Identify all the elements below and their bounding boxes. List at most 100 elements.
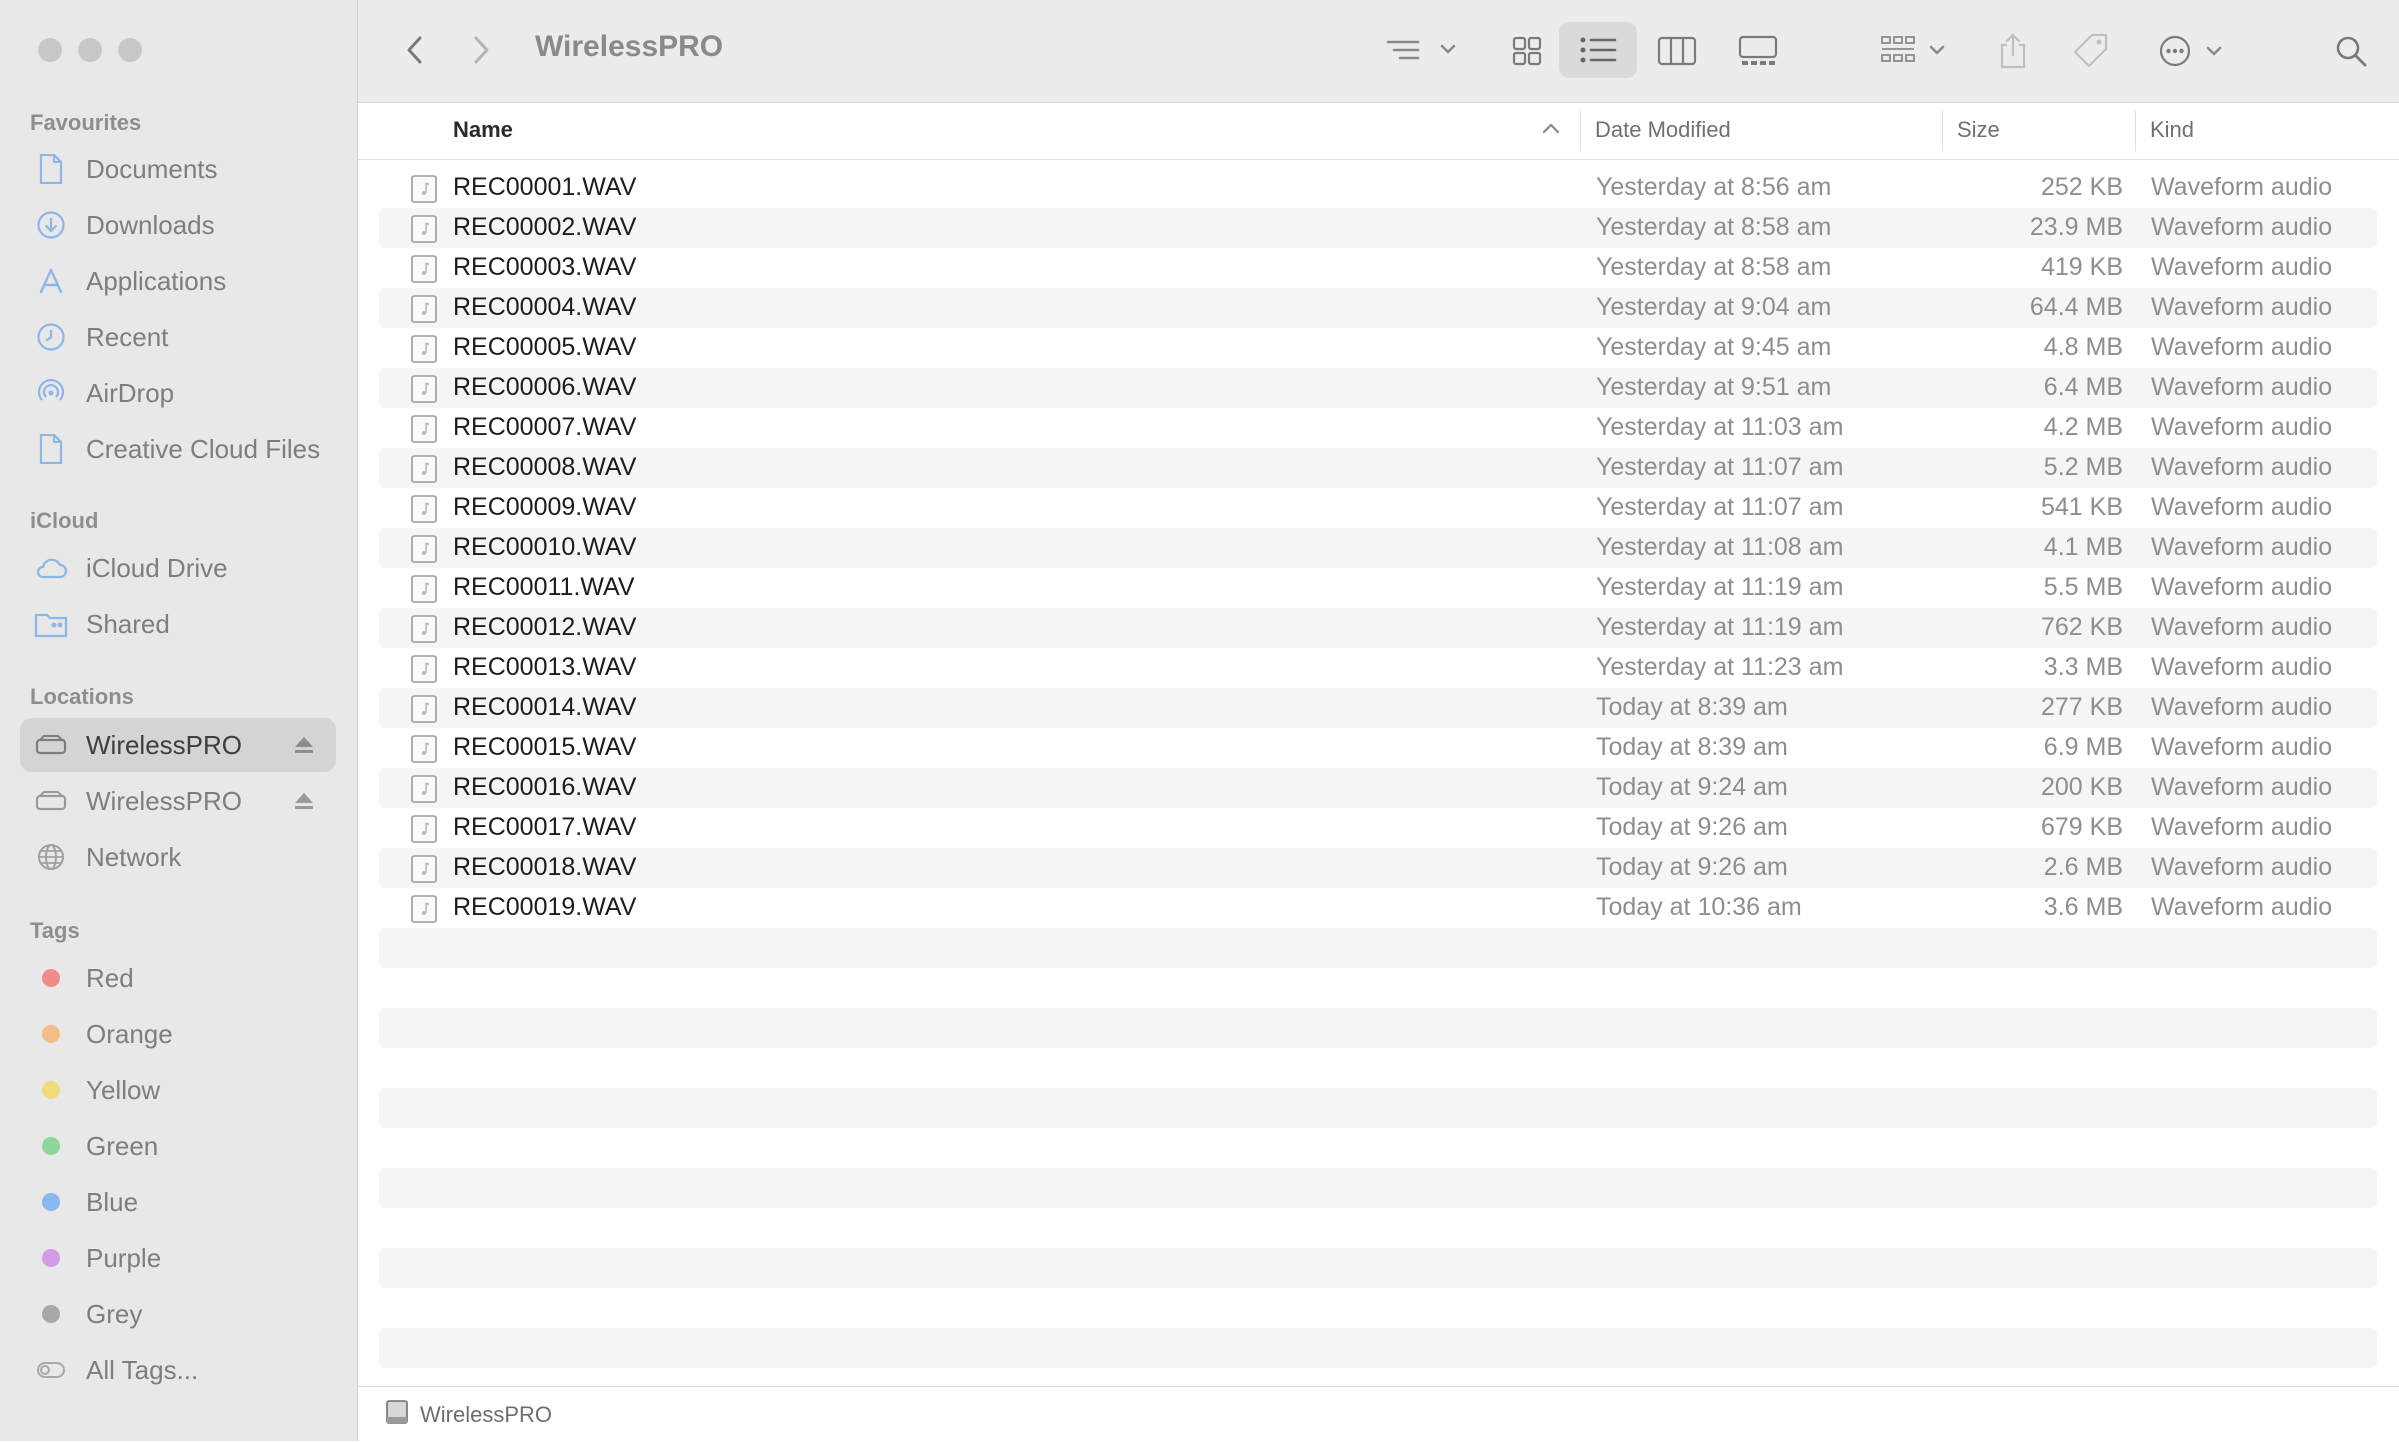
sidebar-item-label: Purple [86,1242,162,1273]
column-divider[interactable] [1942,111,1943,151]
file-name: REC00018.WAV [453,853,637,881]
column-header-name[interactable]: Name [453,117,513,143]
share-button[interactable] [1988,26,2038,76]
search-button[interactable] [2326,26,2376,76]
group-button[interactable] [1878,26,1952,76]
gallery-view-button[interactable] [1730,26,1786,76]
sidebar-item-creative-cloud-files[interactable]: Creative Cloud Files [20,422,336,476]
sidebar-item-documents[interactable]: Documents [20,142,336,196]
file-row[interactable]: REC00013.WAV Yesterday at 11:23 am 3.3 MB W… [379,648,2377,688]
file-kind: Waveform audio [2151,893,2333,921]
file-row[interactable]: REC00008.WAV Yesterday at 11:07 am 5.2 MB W… [379,448,2377,488]
sidebar-item-tag-red[interactable]: Red [20,951,336,1005]
column-header-date-modified[interactable]: Date Modified [1595,117,1731,143]
sidebar-item-tag-orange[interactable]: Orange [20,1007,336,1061]
file-row[interactable]: REC00012.WAV Yesterday at 11:19 am 762 KB W… [379,608,2377,648]
file-row[interactable]: REC00002.WAV Yesterday at 8:58 am 23.9 MB W… [379,208,2377,248]
file-row[interactable]: REC00003.WAV Yesterday at 8:58 am 419 KB Wa… [379,248,2377,288]
empty-row-stripe [379,928,2377,968]
airdrop-icon [34,376,68,410]
audio-file-icon [411,215,437,243]
sidebar-item-all-tags[interactable]: All Tags... [20,1343,336,1397]
column-header-size[interactable]: Size [1957,117,2000,143]
file-kind: Waveform audio [2151,773,2333,801]
file-row[interactable]: REC00011.WAV Yesterday at 11:19 am 5.5 MB W… [379,568,2377,608]
file-row[interactable]: REC00019.WAV Today at 10:36 am 3.6 MB Wavef… [379,888,2377,928]
sidebar-item-label: iCloud Drive [86,552,228,583]
download-icon [34,208,68,242]
file-size: 4.1 MB [2043,533,2123,561]
audio-file-icon [411,535,437,563]
file-row[interactable]: REC00006.WAV Yesterday at 9:51 am 6.4 MB Wa… [379,368,2377,408]
audio-file-icon [411,455,437,483]
sidebar-item-label: Recent [86,321,169,352]
file-size: 252 KB [2040,173,2123,201]
sidebar-item-network[interactable]: Network [20,830,336,884]
file-row[interactable]: REC00007.WAV Yesterday at 11:03 am 4.2 MB W… [379,408,2377,448]
file-date-modified: Today at 10:36 am [1596,893,1802,921]
zoom-window-button[interactable] [118,38,142,62]
file-kind: Waveform audio [2151,413,2333,441]
file-row[interactable]: REC00017.WAV Today at 9:26 am 679 KB Wavefo… [379,808,2377,848]
eject-icon[interactable] [284,735,324,755]
sort-ascending-icon [1542,121,1560,139]
column-divider[interactable] [2135,111,2136,151]
file-size: 3.3 MB [2043,653,2123,681]
back-button[interactable] [396,30,432,70]
gallery-view-icon [1738,35,1778,65]
minimize-window-button[interactable] [78,38,102,62]
file-row[interactable]: REC00018.WAV Today at 9:26 am 2.6 MB Wavefo… [379,848,2377,888]
file-size: 4.2 MB [2043,413,2123,441]
file-row[interactable]: REC00010.WAV Yesterday at 11:08 am 4.1 MB W… [379,528,2377,568]
sidebar-item-applications[interactable]: Applications [20,254,336,308]
sidebar-item-airdrop[interactable]: AirDrop [20,366,336,420]
sidebar-item-recent[interactable]: Recent [20,310,336,364]
sidebar-item-tag-purple[interactable]: Purple [20,1231,336,1285]
file-row[interactable]: REC00005.WAV Yesterday at 9:45 am 4.8 MB Wa… [379,328,2377,368]
file-row[interactable]: REC00016.WAV Today at 9:24 am 200 KB Wavefo… [379,768,2377,808]
empty-row-stripe [379,1168,2377,1208]
more-actions-button[interactable] [2154,26,2234,76]
sidebar-item-tag-green[interactable]: Green [20,1119,336,1173]
sidebar: Favourites Documents Downloads Applicati… [0,0,358,1441]
sidebar-item-label: Orange [86,1018,173,1049]
file-row[interactable]: REC00009.WAV Yesterday at 11:07 am 541 KB W… [379,488,2377,528]
list-view-button[interactable] [1559,22,1637,78]
column-view-button[interactable] [1649,26,1705,76]
sort-options-button[interactable] [1380,28,1464,72]
file-row[interactable]: REC00004.WAV Yesterday at 9:04 am 64.4 MB W… [379,288,2377,328]
file-name: REC00003.WAV [453,253,637,281]
file-date-modified: Today at 8:39 am [1596,693,1788,721]
empty-row-stripe [379,1248,2377,1288]
locations-heading: Locations [30,684,134,709]
file-row[interactable]: REC00014.WAV Today at 8:39 am 277 KB Wavefo… [379,688,2377,728]
sidebar-item-label: Creative Cloud Files [86,433,321,464]
sidebar-item-wirelesspro-2[interactable]: WirelessPRO [20,774,336,828]
file-name: REC00016.WAV [453,773,637,801]
close-window-button[interactable] [38,38,62,62]
forward-button[interactable] [464,30,500,70]
file-row[interactable]: REC00015.WAV Today at 8:39 am 6.9 MB Wavefo… [379,728,2377,768]
icon-view-button[interactable] [1502,26,1552,76]
file-row[interactable]: REC00001.WAV Yesterday at 8:56 am 252 KB Wa… [379,168,2377,208]
path-bar-item[interactable]: WirelessPRO [420,1402,552,1428]
sidebar-item-icloud-drive[interactable]: iCloud Drive [20,541,336,595]
sidebar-item-tag-blue[interactable]: Blue [20,1175,336,1229]
sidebar-item-shared[interactable]: Shared [20,597,336,651]
sidebar-item-downloads[interactable]: Downloads [20,198,336,252]
eject-icon[interactable] [284,791,324,811]
sidebar-item-wirelesspro-1[interactable]: WirelessPRO [20,718,336,772]
file-size: 679 KB [2040,813,2123,841]
list-view-icon [1580,37,1617,63]
sidebar-item-tag-grey[interactable]: Grey [20,1287,336,1341]
sidebar-item-label: Shared [86,608,170,639]
file-kind: Waveform audio [2151,853,2333,881]
column-header-kind[interactable]: Kind [2150,117,2194,143]
purple-tag-icon [42,1249,60,1267]
applications-icon [34,264,68,298]
tag-button[interactable] [2066,26,2116,76]
column-divider[interactable] [1580,111,1581,151]
audio-file-icon [411,615,437,643]
sidebar-item-tag-yellow[interactable]: Yellow [20,1063,336,1117]
sidebar-item-label: Yellow [86,1074,161,1105]
